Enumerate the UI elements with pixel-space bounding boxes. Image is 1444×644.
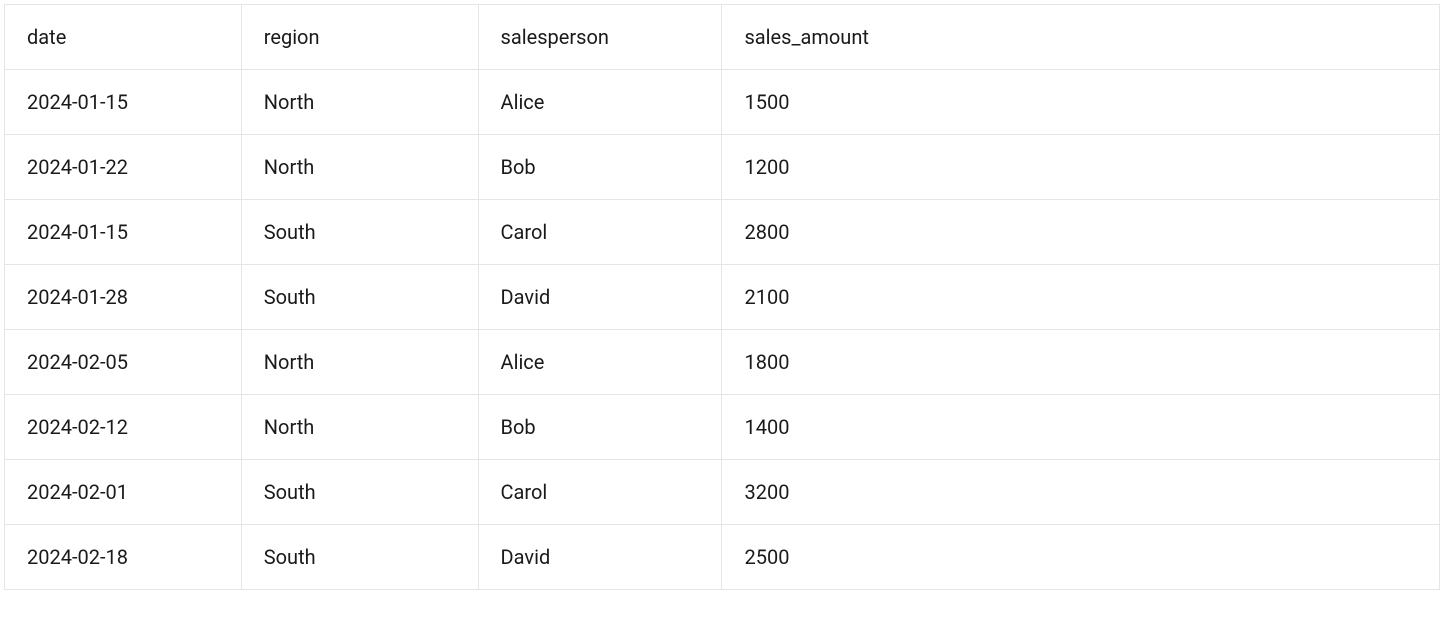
- cell-region: North: [241, 135, 478, 200]
- cell-sales_amount: 1200: [722, 135, 1440, 200]
- table-header: date region salesperson sales_amount: [5, 5, 1440, 70]
- cell-sales_amount: 2500: [722, 525, 1440, 590]
- cell-region: South: [241, 200, 478, 265]
- table-row: 2024-01-22 North Bob 1200: [5, 135, 1440, 200]
- table-row: 2024-01-15 North Alice 1500: [5, 70, 1440, 135]
- cell-date: 2024-02-05: [5, 330, 242, 395]
- cell-date: 2024-02-12: [5, 395, 242, 460]
- table-row: 2024-02-05 North Alice 1800: [5, 330, 1440, 395]
- table-header-row: date region salesperson sales_amount: [5, 5, 1440, 70]
- cell-date: 2024-02-01: [5, 460, 242, 525]
- cell-region: North: [241, 70, 478, 135]
- cell-sales_amount: 1800: [722, 330, 1440, 395]
- cell-region: South: [241, 265, 478, 330]
- column-header-sales_amount: sales_amount: [722, 5, 1440, 70]
- table-body: 2024-01-15 North Alice 1500 2024-01-22 N…: [5, 70, 1440, 590]
- cell-salesperson: Bob: [478, 395, 722, 460]
- cell-salesperson: Alice: [478, 70, 722, 135]
- column-header-date: date: [5, 5, 242, 70]
- cell-sales_amount: 2100: [722, 265, 1440, 330]
- table-row: 2024-01-28 South David 2100: [5, 265, 1440, 330]
- table-row: 2024-02-01 South Carol 3200: [5, 460, 1440, 525]
- data-table: date region salesperson sales_amount 202…: [4, 4, 1440, 590]
- cell-salesperson: Bob: [478, 135, 722, 200]
- cell-salesperson: Alice: [478, 330, 722, 395]
- cell-region: South: [241, 460, 478, 525]
- column-header-salesperson: salesperson: [478, 5, 722, 70]
- cell-date: 2024-01-15: [5, 200, 242, 265]
- cell-salesperson: Carol: [478, 200, 722, 265]
- cell-sales_amount: 3200: [722, 460, 1440, 525]
- table-row: 2024-02-18 South David 2500: [5, 525, 1440, 590]
- cell-salesperson: David: [478, 525, 722, 590]
- cell-sales_amount: 1400: [722, 395, 1440, 460]
- table-row: 2024-01-15 South Carol 2800: [5, 200, 1440, 265]
- cell-region: North: [241, 395, 478, 460]
- cell-date: 2024-01-28: [5, 265, 242, 330]
- cell-sales_amount: 1500: [722, 70, 1440, 135]
- cell-date: 2024-02-18: [5, 525, 242, 590]
- cell-sales_amount: 2800: [722, 200, 1440, 265]
- cell-date: 2024-01-22: [5, 135, 242, 200]
- column-header-region: region: [241, 5, 478, 70]
- cell-date: 2024-01-15: [5, 70, 242, 135]
- cell-salesperson: David: [478, 265, 722, 330]
- cell-salesperson: Carol: [478, 460, 722, 525]
- cell-region: South: [241, 525, 478, 590]
- cell-region: North: [241, 330, 478, 395]
- table-row: 2024-02-12 North Bob 1400: [5, 395, 1440, 460]
